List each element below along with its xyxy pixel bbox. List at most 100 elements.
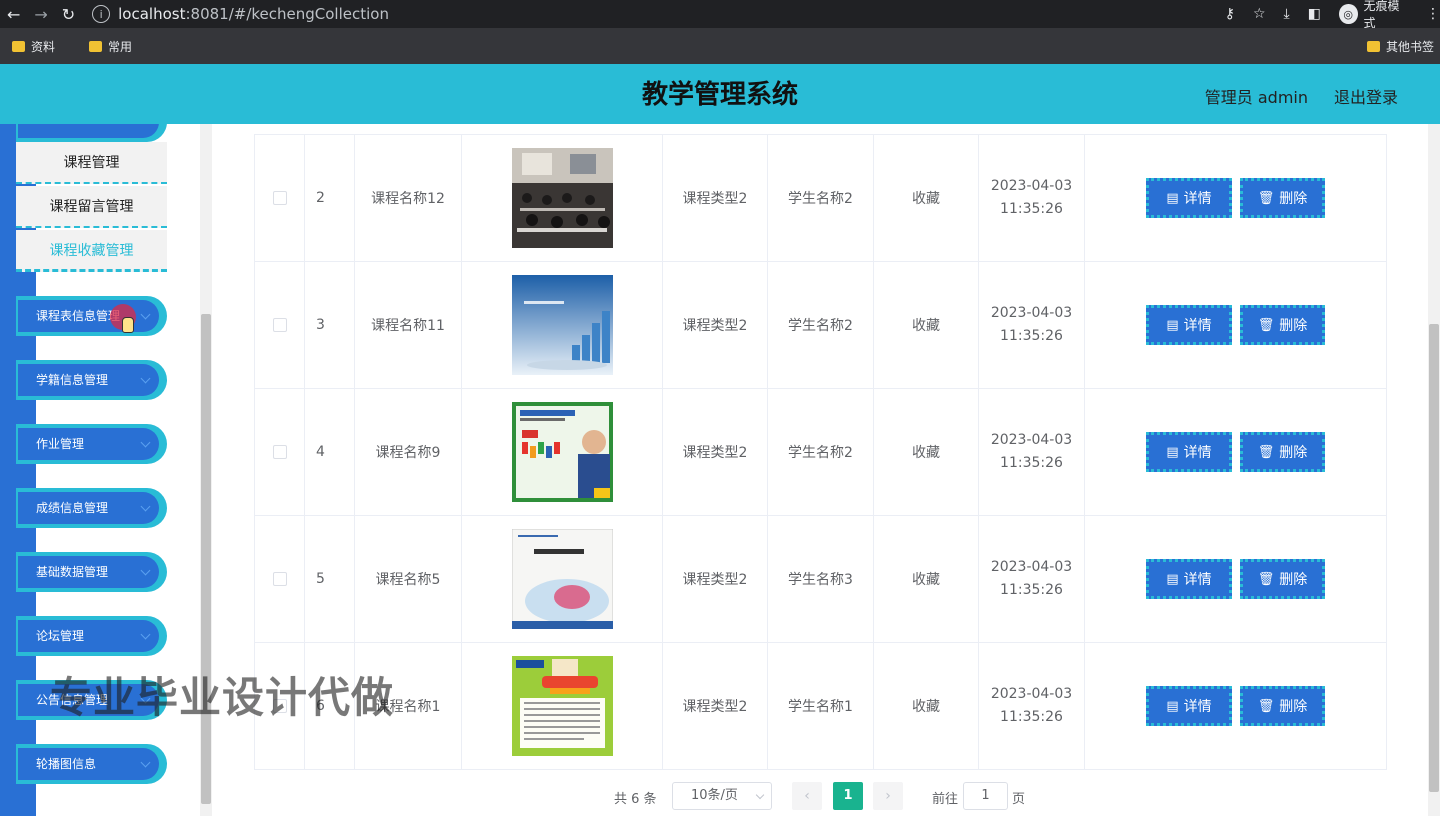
watermark-text: 专业毕业设计代做 xyxy=(50,673,395,722)
course-name: 课程名称5 xyxy=(355,516,462,642)
trash-icon: 🗑 xyxy=(1257,571,1275,587)
table-row: 2 课程名称12 课程类型2 学生名称2 收藏 2023-04-03 11:35:… xyxy=(254,135,1387,262)
detail-button[interactable]: ▤ 详情 xyxy=(1146,432,1232,472)
delete-label: 删除 xyxy=(1279,572,1308,588)
back-arrow-icon[interactable]: ← xyxy=(0,0,27,28)
cell: ▤ 详情 🗑 删除 xyxy=(1085,135,1386,261)
goto-label: 前往 xyxy=(932,792,959,807)
detail-button[interactable]: ▤ 详情 xyxy=(1146,686,1232,726)
course-photo-flyer[interactable] xyxy=(511,656,613,756)
bookmark-folder[interactable]: 资料 xyxy=(12,38,55,55)
trash-icon: 🗑 xyxy=(1257,317,1275,333)
hand-cursor-icon xyxy=(122,317,134,333)
info-icon[interactable]: i xyxy=(92,5,111,23)
detail-label: 详情 xyxy=(1183,445,1212,461)
cell: ▤ 详情 🗑 删除 xyxy=(1085,389,1386,515)
time-clock: 11:35:26 xyxy=(1000,201,1063,217)
row-checkbox[interactable] xyxy=(272,445,287,459)
delete-button[interactable]: 🗑 删除 xyxy=(1240,305,1325,345)
total-count: 共 6 条 xyxy=(614,792,657,807)
course-photo-poster[interactable] xyxy=(511,402,613,502)
delete-button[interactable]: 🗑 删除 xyxy=(1240,178,1325,218)
goto-page-input[interactable]: 1 xyxy=(963,782,1008,810)
table-row: 4 课程名称9 课程类型2 学生名称2 收藏 2023-04-03 11:35:2… xyxy=(254,389,1387,516)
menu-label: 作业管理 xyxy=(18,428,159,460)
document-icon: ▤ xyxy=(1166,571,1179,587)
thumb xyxy=(1429,324,1439,792)
logout-link[interactable]: 退出登录 xyxy=(1334,84,1398,108)
sidebar-menu-basedata[interactable]: 基础数据管理 xyxy=(16,552,167,592)
cell: 2023-04-03 11:35:26 xyxy=(991,175,1072,221)
sidebar-item-course-manage[interactable]: 课程管理 xyxy=(16,142,167,184)
delete-button[interactable]: 🗑 删除 xyxy=(1240,559,1325,599)
sidepanel-icon[interactable]: ◧ xyxy=(1308,6,1321,22)
sidebar-item-course-collection[interactable]: 课程收藏管理 xyxy=(16,230,167,272)
menu-dots-icon[interactable]: ⋮ xyxy=(1426,6,1440,22)
menu-label: 轮播图信息 xyxy=(18,748,159,780)
table-row: 6 课程名称1 课程类型2 学生名称1 收藏 2023-04-03 11:35:2… xyxy=(254,643,1387,770)
time-date: 2023-04-03 xyxy=(990,178,1073,194)
detail-label: 详情 xyxy=(1183,318,1212,334)
page-size-select[interactable]: 10条/页 xyxy=(672,782,772,810)
delete-button[interactable]: 🗑 删除 xyxy=(1240,432,1325,472)
detail-button[interactable]: ▤ 详情 xyxy=(1146,305,1232,345)
course-type: 课程类型2 xyxy=(663,262,768,388)
delete-button[interactable]: 🗑 删除 xyxy=(1240,686,1325,726)
sidebar-menu-carousel[interactable]: 轮播图信息 xyxy=(16,744,167,784)
trash-icon: 🗑 xyxy=(1257,444,1275,460)
address-bar[interactable]: i localhost:8081/#/kechengCollection xyxy=(92,2,1197,26)
url-host: localhost xyxy=(118,5,186,23)
sidebar-menu-schedule[interactable]: 课程表信息管理 xyxy=(16,296,167,336)
cell xyxy=(462,389,663,515)
detail-label: 详情 xyxy=(1183,572,1212,588)
course-photo-book[interactable] xyxy=(511,529,613,629)
star-icon[interactable]: ☆ xyxy=(1253,6,1266,22)
sidebar-menu-homework[interactable]: 作业管理 xyxy=(16,424,167,464)
key-icon[interactable]: ⚷ xyxy=(1225,6,1235,22)
other-bookmarks[interactable]: 其他书签 xyxy=(1366,38,1434,55)
folder-icon xyxy=(89,40,103,52)
course-photo-slide[interactable] xyxy=(511,275,613,375)
document-icon: ▤ xyxy=(1166,444,1179,460)
delete-label: 删除 xyxy=(1279,699,1308,715)
sidebar-menu-course[interactable] xyxy=(16,124,167,142)
sidebar-menu-grades[interactable]: 成绩信息管理 xyxy=(16,488,167,528)
forward-arrow-icon[interactable]: → xyxy=(27,0,54,28)
menu-label: 学籍信息管理 xyxy=(18,364,159,396)
time-date: 2023-04-03 xyxy=(990,432,1073,448)
course-photo-classroom[interactable] xyxy=(511,148,613,248)
next-page-button[interactable]: › xyxy=(873,782,903,810)
bookmark-folder[interactable]: 常用 xyxy=(89,38,132,55)
cell xyxy=(255,135,305,261)
page-number-active[interactable]: 1 xyxy=(833,782,863,810)
time-clock: 11:35:26 xyxy=(1000,455,1063,471)
collect-time: 2023-04-03 11:35:26 xyxy=(979,516,1085,642)
detail-button[interactable]: ▤ 详情 xyxy=(1146,559,1232,599)
sidebar-item-course-message[interactable]: 课程留言管理 xyxy=(16,186,167,228)
page-unit-label: 页 xyxy=(1012,792,1026,807)
row-checkbox[interactable] xyxy=(272,191,287,205)
reload-icon[interactable]: ↻ xyxy=(55,0,82,28)
sidebar-menu-enrollment[interactable]: 学籍信息管理 xyxy=(16,360,167,400)
page-size-value: 10条/页 xyxy=(691,788,738,803)
row-index: 5 xyxy=(305,516,355,642)
prev-page-button[interactable]: ‹ xyxy=(792,782,822,810)
bookmarks-bar: 资料 常用 其他书签 xyxy=(0,28,1440,64)
time-clock: 11:35:26 xyxy=(1000,709,1063,725)
delete-label: 删除 xyxy=(1279,445,1308,461)
incognito-indicator[interactable]: ◎ 无痕模式 xyxy=(1338,0,1408,31)
detail-label: 详情 xyxy=(1183,191,1212,207)
sidebar-menu-forum[interactable]: 论坛管理 xyxy=(16,616,167,656)
course-type: 课程类型2 xyxy=(663,389,768,515)
row-checkbox[interactable] xyxy=(272,318,287,332)
incognito-icon: ◎ xyxy=(1338,4,1358,24)
inner xyxy=(18,124,159,138)
download-icon[interactable]: ⤓ xyxy=(1284,6,1290,22)
trash-icon: 🗑 xyxy=(1257,190,1275,206)
pagination: 共 6 条 10条/页 ‹ 1 › 前往 1 页 xyxy=(0,780,1440,812)
url-path: :8081/#/kechengCollection xyxy=(185,5,389,23)
row-checkbox[interactable] xyxy=(272,572,287,586)
detail-button[interactable]: ▤ 详情 xyxy=(1146,178,1232,218)
student-name: 学生名称2 xyxy=(768,135,874,261)
page-scrollbar[interactable] xyxy=(1428,124,1440,816)
